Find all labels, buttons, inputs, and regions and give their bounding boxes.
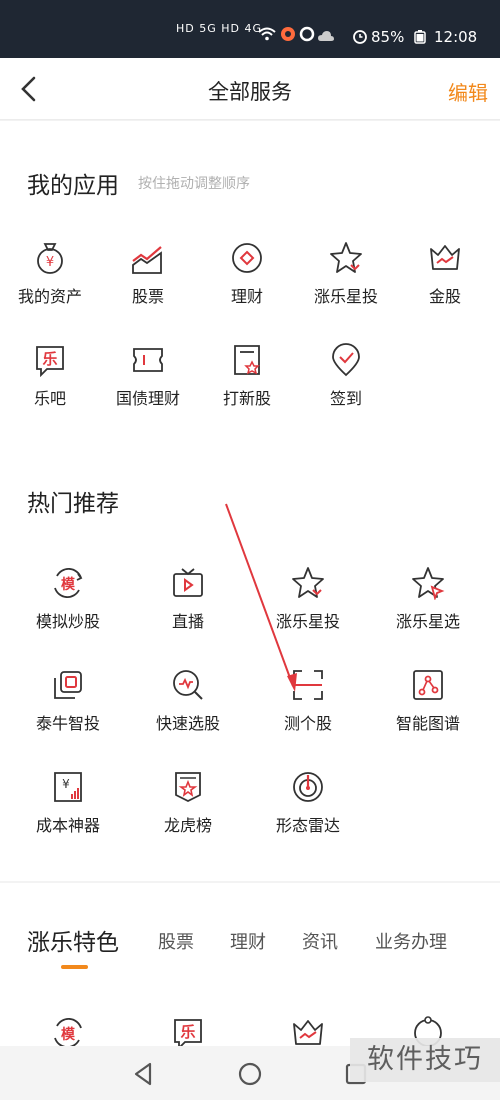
triangle-back-icon <box>134 1062 152 1086</box>
signal-indicators: HD 5G HD 4G <box>176 22 263 35</box>
quick-select-icon <box>173 670 203 700</box>
system-back-button[interactable] <box>129 1059 159 1089</box>
status-bar: HD 5G HD 4G 85% 12:08 <box>0 0 500 58</box>
app-star-invest[interactable]: 涨乐星投 <box>296 241 396 331</box>
star-select-icon <box>412 567 445 600</box>
tab-business[interactable]: 业务办理 <box>375 928 447 954</box>
star-icon <box>330 242 362 273</box>
app-smart-invest[interactable]: 泰牛智投 <box>8 668 128 758</box>
app-label: 形态雷达 <box>275 816 340 835</box>
simulate-icon: 模 <box>54 567 83 599</box>
tab-active-indicator <box>61 965 88 969</box>
app-label: 签到 <box>329 389 362 408</box>
money-bag-icon: ¥ <box>37 243 63 274</box>
tab-wealth[interactable]: 理财 <box>230 928 266 954</box>
system-home-button[interactable] <box>235 1059 265 1089</box>
battery-icon <box>414 30 426 48</box>
app-le-bar[interactable]: 乐 乐吧 <box>0 343 100 433</box>
app-label: 乐吧 <box>33 389 66 408</box>
app-label: 涨乐星选 <box>395 612 460 631</box>
tv-icon <box>173 568 203 597</box>
wifi-icon <box>258 27 276 45</box>
app-label: 成本神器 <box>35 816 100 835</box>
alarm-icon <box>352 28 368 48</box>
app-label: 股票 <box>131 287 164 306</box>
svg-text:乐: 乐 <box>180 1023 195 1041</box>
graph-icon <box>413 670 443 700</box>
app-live[interactable]: 直播 <box>128 566 248 656</box>
crown-icon <box>430 245 460 270</box>
radar-icon <box>293 772 323 802</box>
le-bar-icon: 乐 <box>36 346 64 377</box>
app-label: 模拟炒股 <box>35 612 100 631</box>
featured-tabs: 涨乐特色 股票 理财 资讯 业务办理 <box>0 911 500 971</box>
app-test-stock[interactable]: 测个股 <box>248 668 368 758</box>
simulate-icon[interactable]: 模 <box>51 1016 85 1046</box>
circle-home-icon <box>238 1062 262 1086</box>
app-simulate-trading[interactable]: 模 模拟炒股 <box>8 566 128 656</box>
services-content: 我的应用 按住拖动调整顺序 ¥ 我的资产 股票 理财 涨乐星投 金股 乐 乐吧 … <box>0 121 500 1046</box>
app-label: 涨乐星投 <box>275 612 340 631</box>
tab-news[interactable]: 资讯 <box>302 928 338 954</box>
page-title: 全部服务 <box>208 80 292 104</box>
app-bond[interactable]: 国债理财 <box>98 343 198 433</box>
svg-text:¥: ¥ <box>62 777 70 791</box>
tab-stocks[interactable]: 股票 <box>158 928 194 954</box>
clock: 12:08 <box>434 28 478 46</box>
app-star-select[interactable]: 涨乐星选 <box>368 566 488 656</box>
app-label: 泰牛智投 <box>35 714 100 733</box>
app-stocks[interactable]: 股票 <box>98 241 198 331</box>
hot-title: 热门推荐 <box>27 491 119 517</box>
battery-percent: 85% <box>371 28 405 46</box>
new-stock-icon <box>234 345 260 375</box>
app-smart-graph[interactable]: 智能图谱 <box>368 668 488 758</box>
app-label: 龙虎榜 <box>163 816 212 835</box>
tab-featured[interactable]: 涨乐特色 <box>27 923 119 957</box>
edit-button[interactable]: 编辑 <box>448 77 488 106</box>
app-my-assets[interactable]: ¥ 我的资产 <box>0 241 100 331</box>
nav-bar: 全部服务 编辑 <box>0 58 500 120</box>
app-label: 涨乐星投 <box>313 287 378 306</box>
star-icon <box>292 567 324 598</box>
app-label: 智能图谱 <box>395 714 460 733</box>
cloud-icon <box>318 28 334 46</box>
app-label: 快速选股 <box>155 714 220 733</box>
app-label: 打新股 <box>222 389 271 408</box>
my-apps-title: 我的应用 <box>27 173 119 199</box>
app-gold-stock[interactable]: 金股 <box>395 241 495 331</box>
svg-text:模: 模 <box>61 576 76 593</box>
app-label: 金股 <box>428 287 461 306</box>
app-check-in[interactable]: 签到 <box>296 343 396 433</box>
app-label: 国债理财 <box>115 389 180 408</box>
dragon-tiger-icon <box>175 772 201 803</box>
app-wealth[interactable]: 理财 <box>197 241 297 331</box>
svg-text:乐: 乐 <box>42 350 57 368</box>
app-new-stock[interactable]: 打新股 <box>197 343 297 433</box>
scan-icon <box>293 670 323 700</box>
smart-invest-icon <box>54 671 82 699</box>
app-notification-icon <box>280 26 296 46</box>
cost-tool-icon: ¥ <box>54 772 82 802</box>
le-bar-icon[interactable]: 乐 <box>171 1016 205 1046</box>
app-dragon-tiger[interactable]: 龙虎榜 <box>128 770 248 860</box>
app-cost-tool[interactable]: ¥ 成本神器 <box>8 770 128 860</box>
stock-chart-icon <box>132 246 162 274</box>
app-quick-select[interactable]: 快速选股 <box>128 668 248 758</box>
svg-text:模: 模 <box>61 1026 76 1043</box>
app-label: 理财 <box>230 287 263 306</box>
watermark: 软件技巧 <box>350 1038 500 1082</box>
app-label: 我的资产 <box>17 287 82 306</box>
app-label: 测个股 <box>283 714 332 733</box>
crown-icon[interactable] <box>291 1016 325 1046</box>
check-in-icon <box>332 343 360 377</box>
sync-icon <box>299 26 315 46</box>
section-divider <box>0 881 500 883</box>
app-star-invest-hot[interactable]: 涨乐星投 <box>248 566 368 656</box>
app-pattern-radar[interactable]: 形态雷达 <box>248 770 368 860</box>
my-apps-hint: 按住拖动调整顺序 <box>138 176 250 192</box>
wealth-icon <box>232 243 262 273</box>
app-label: 直播 <box>171 612 204 631</box>
svg-text:¥: ¥ <box>46 255 54 270</box>
bond-icon <box>133 348 163 372</box>
